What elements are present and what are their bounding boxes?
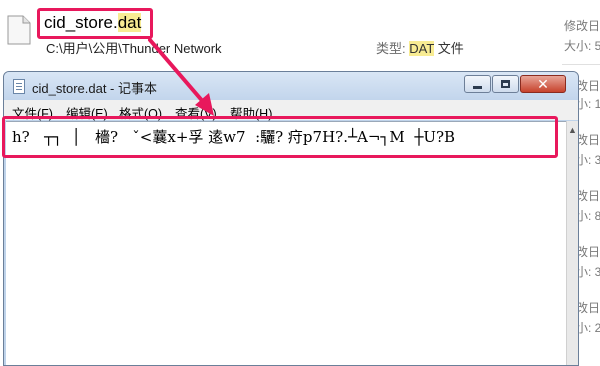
file-type-suffix: 文件: [437, 41, 464, 56]
file-icon: [7, 15, 31, 45]
size-label: 大小: 5: [564, 39, 600, 53]
window-title: cid_store.dat - 记事本: [32, 81, 157, 96]
file-type-label: 类型:: [376, 41, 406, 56]
file-type-value: DAT: [409, 41, 435, 56]
file-path: C:\用户\公用\Thunder Network: [46, 41, 222, 56]
close-button[interactable]: ✕: [520, 75, 566, 93]
modified-label: 修改日: [564, 19, 600, 33]
notepad-icon: [13, 79, 25, 94]
scroll-up-icon[interactable]: ▲: [568, 125, 577, 135]
file-type: 类型: DAT 文件: [376, 38, 464, 57]
minimize-button[interactable]: [464, 75, 491, 93]
filename-highlight-box: [37, 8, 153, 39]
title-bar[interactable]: cid_store.dat - 记事本 ✕: [4, 72, 578, 100]
row-divider: [562, 64, 600, 65]
maximize-icon: [501, 80, 510, 88]
vertical-scrollbar[interactable]: ▲: [566, 121, 578, 365]
close-icon: ✕: [537, 76, 549, 92]
minimize-icon: [473, 86, 482, 89]
maximize-button[interactable]: [492, 75, 519, 93]
content-highlight-box: [2, 116, 558, 158]
